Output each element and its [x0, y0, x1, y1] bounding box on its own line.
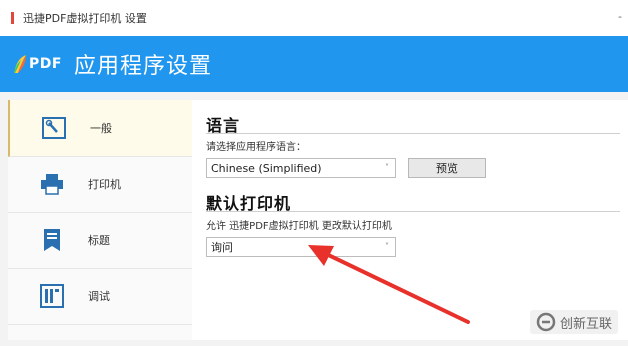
- watermark-logo-icon: [536, 312, 556, 332]
- watermark: 创新互联: [529, 310, 618, 334]
- annotation-arrow: [308, 245, 470, 324]
- watermark-text: 创新互联: [559, 316, 612, 332]
